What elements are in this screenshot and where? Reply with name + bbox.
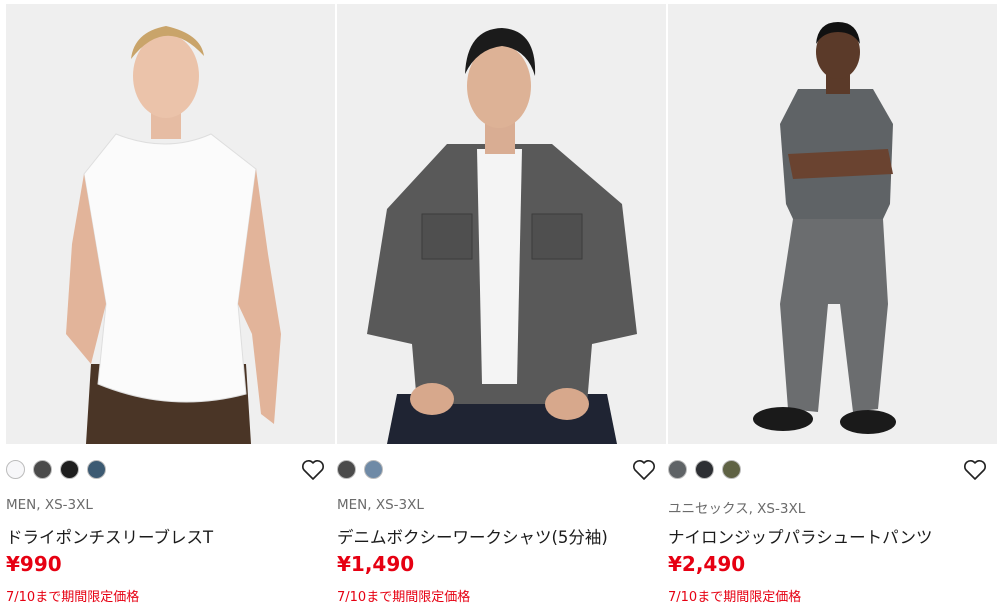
color-swatch-gray[interactable] (33, 460, 52, 479)
size-range: MEN, XS-3XL (337, 497, 424, 513)
promo-text: 7/10まで期間限定価格 (6, 590, 140, 605)
product-card[interactable]: MEN, XS-3XL ドライポンチスリーブレスT ¥990 7/10まで期間限… (6, 0, 335, 607)
heart-outline-icon[interactable] (301, 459, 325, 481)
color-swatch-blue[interactable] (364, 460, 383, 479)
color-swatches (6, 460, 106, 480)
color-swatch-black[interactable] (60, 460, 79, 479)
color-swatch-blue[interactable] (87, 460, 106, 479)
promo-text: 7/10まで期間限定価格 (337, 590, 471, 605)
color-swatches (668, 460, 741, 480)
color-swatch-gray[interactable] (668, 460, 687, 479)
product-card[interactable]: ユニセックス, XS-3XL ナイロンジップパラシュートパンツ ¥2,490 7… (668, 0, 997, 607)
product-name[interactable]: ナイロンジップパラシュートパンツ (668, 524, 933, 548)
product-grid: MEN, XS-3XL ドライポンチスリーブレスT ¥990 7/10まで期間限… (0, 0, 1001, 607)
heart-outline-icon[interactable] (963, 459, 987, 481)
size-range: ユニセックス, XS-3XL (668, 501, 806, 517)
product-image[interactable] (668, 4, 997, 444)
product-image[interactable] (337, 4, 666, 444)
product-price: ¥1,490 (337, 552, 415, 576)
color-swatch-white[interactable] (6, 460, 25, 479)
product-price: ¥990 (6, 552, 62, 576)
promo-text: 7/10まで期間限定価格 (668, 590, 802, 605)
color-swatch-olive[interactable] (722, 460, 741, 479)
product-name[interactable]: ドライポンチスリーブレスT (6, 524, 213, 548)
size-range: MEN, XS-3XL (6, 497, 93, 513)
product-price: ¥2,490 (668, 552, 746, 576)
color-swatches (337, 460, 383, 480)
product-name[interactable]: デニムボクシーワークシャツ(5分袖) (337, 524, 608, 548)
color-swatch-black[interactable] (695, 460, 714, 479)
product-card[interactable]: MEN, XS-3XL デニムボクシーワークシャツ(5分袖) ¥1,490 7/… (337, 0, 666, 607)
heart-outline-icon[interactable] (632, 459, 656, 481)
color-swatch-gray[interactable] (337, 460, 356, 479)
product-image[interactable] (6, 4, 335, 444)
